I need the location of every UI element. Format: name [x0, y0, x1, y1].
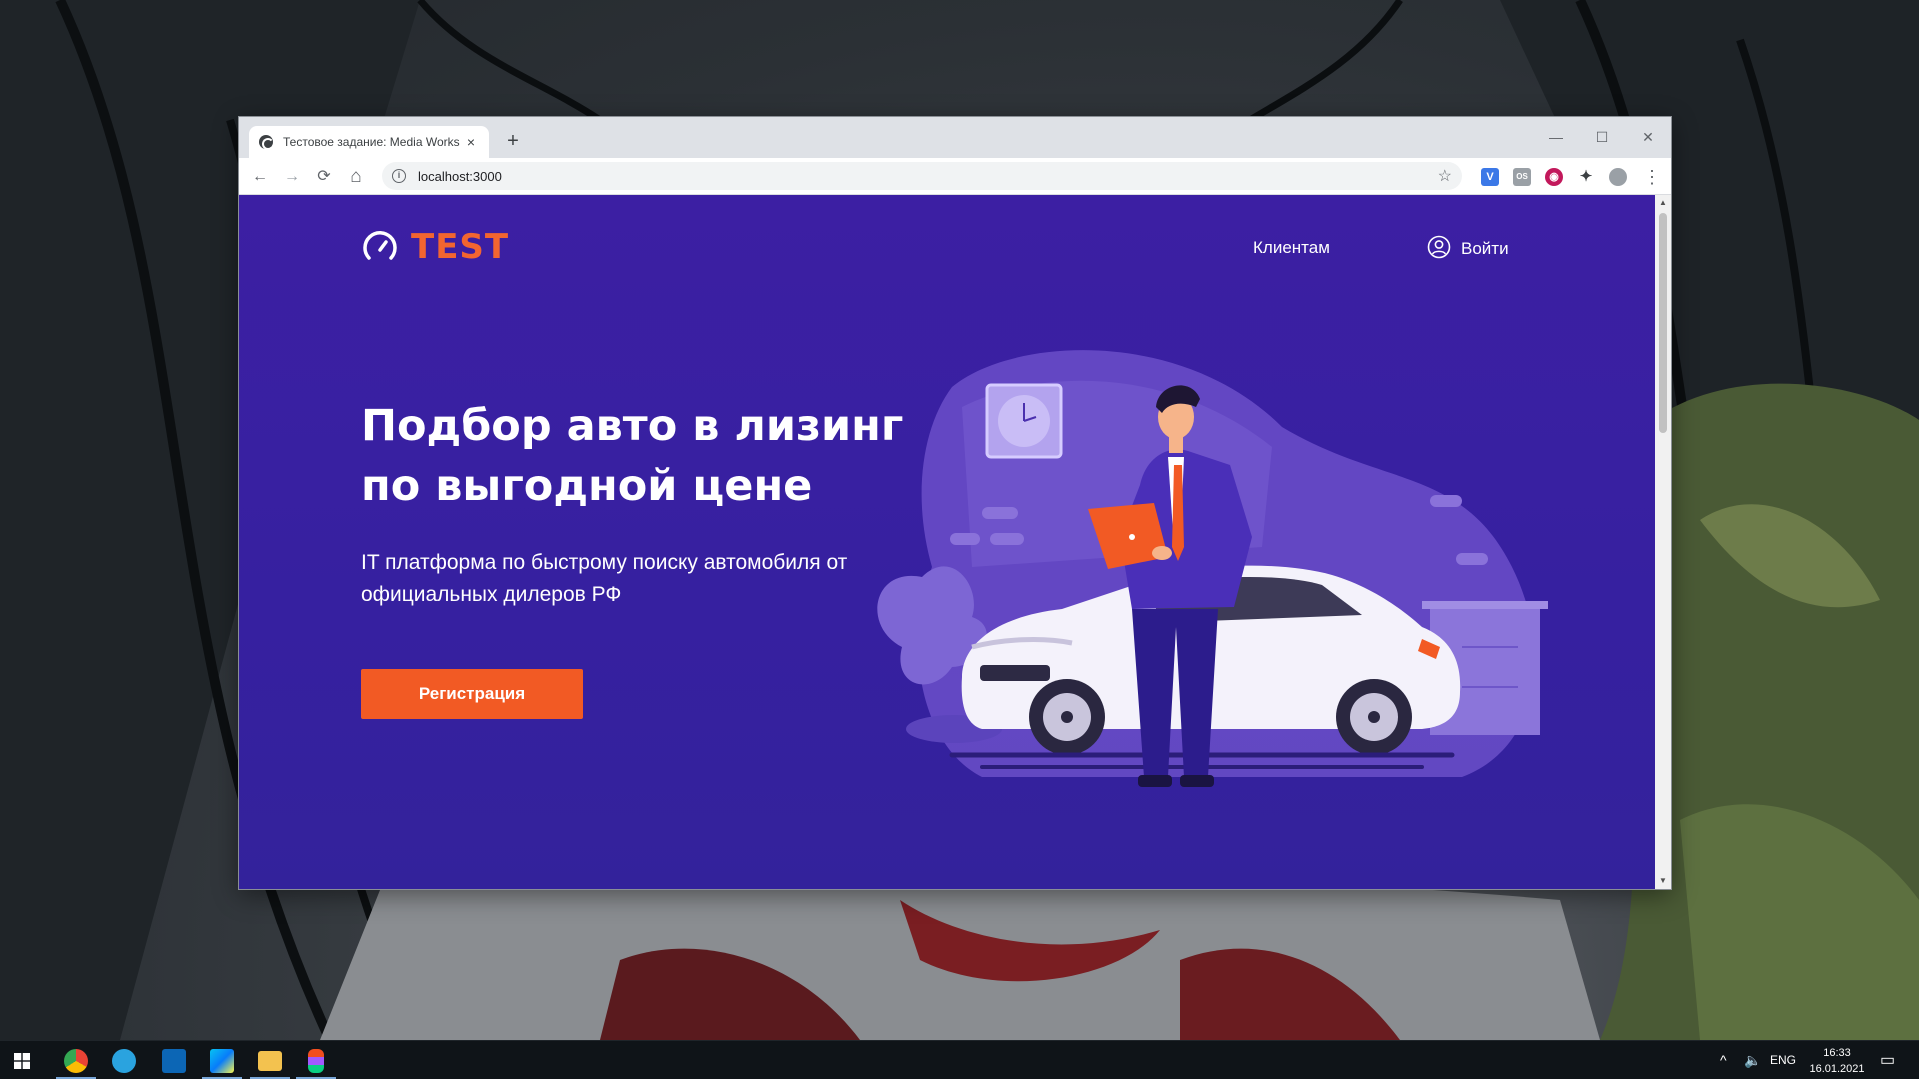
clock-date: 16.01.2021: [1809, 1063, 1865, 1075]
browser-menu-icon[interactable]: ⋮: [1639, 164, 1665, 190]
file-explorer-taskbar-icon[interactable]: [258, 1051, 282, 1071]
home-button[interactable]: ⌂: [343, 164, 369, 190]
scroll-down-arrow-icon[interactable]: ▼: [1655, 873, 1671, 889]
telegram-taskbar-icon[interactable]: [112, 1049, 136, 1073]
browser-window: Тестовое задание: Media Works × + — ☐ ✕ …: [239, 117, 1671, 889]
scroll-up-arrow-icon[interactable]: ▲: [1655, 195, 1671, 211]
tab-title: Тестовое задание: Media Works: [283, 135, 460, 149]
page-scrollbar[interactable]: ▲ ▼: [1655, 195, 1671, 889]
new-tab-button[interactable]: +: [501, 130, 525, 154]
chrome-taskbar-icon[interactable]: [64, 1049, 88, 1073]
nav-clients-link[interactable]: Клиентам: [1253, 238, 1330, 258]
windows-start-icon[interactable]: [14, 1053, 30, 1069]
browser-toolbar: ← → ⟳ ⌂ i localhost:3000 ☆ V OS ◉ ✦ ⋮: [239, 158, 1671, 195]
forward-button[interactable]: →: [279, 164, 305, 190]
tab-strip: Тестовое задание: Media Works × + — ☐ ✕: [239, 117, 1671, 158]
url-text[interactable]: localhost:3000: [418, 169, 1438, 184]
close-window-button[interactable]: ✕: [1625, 123, 1671, 151]
trello-taskbar-icon[interactable]: [162, 1049, 186, 1073]
tray-chevron-up-icon[interactable]: ^: [1720, 1041, 1727, 1079]
scroll-thumb[interactable]: [1659, 213, 1667, 433]
page-viewport: TEST Клиентам Войти Подбор авто в лизинг…: [239, 195, 1671, 889]
hero-title-line-1: Подбор авто в лизинг: [361, 401, 904, 451]
clock-time: 16:33: [1823, 1047, 1851, 1059]
hero-title-line-2: по выгодной цене: [361, 461, 813, 511]
site-logo[interactable]: TEST: [361, 227, 509, 267]
figma-taskbar-icon[interactable]: [308, 1049, 324, 1073]
hero-illustration: [877, 350, 1548, 787]
extension-circle-icon[interactable]: ◉: [1545, 168, 1563, 186]
back-button[interactable]: ←: [247, 164, 273, 190]
reload-button[interactable]: ⟳: [311, 164, 337, 190]
hero-subtitle-line-1: IT платформа по быстрому поиску автомоби…: [361, 551, 848, 574]
site-info-icon[interactable]: i: [392, 169, 406, 183]
address-bar[interactable]: i localhost:3000 ☆: [382, 162, 1462, 190]
login-label: Войти: [1461, 238, 1509, 258]
user-icon: [1427, 235, 1451, 259]
speedometer-icon: [363, 231, 397, 260]
extension-os-icon[interactable]: OS: [1513, 168, 1531, 186]
maximize-button[interactable]: ☐: [1579, 123, 1625, 151]
hero-subtitle: IT платформа по быстрому поиску автомоби…: [361, 547, 921, 611]
system-clock[interactable]: 16:33 16.01.2021: [1807, 1045, 1867, 1077]
notifications-icon[interactable]: ▭: [1880, 1041, 1895, 1079]
volume-icon[interactable]: 🔈: [1744, 1041, 1761, 1079]
logo-text: TEST: [411, 227, 510, 267]
hero-title: Подбор авто в лизинг по выгодной цене: [361, 396, 921, 516]
windows-taskbar: ^ 🔈 ENG 16:33 16.01.2021 ▭: [0, 1040, 1919, 1079]
browser-tab[interactable]: Тестовое задание: Media Works ×: [249, 126, 489, 158]
hero-subtitle-line-2: официальных дилеров РФ: [361, 583, 622, 606]
nav-login-link[interactable]: Войти: [1427, 235, 1509, 259]
favicon-icon: [259, 135, 274, 150]
language-indicator[interactable]: ENG: [1770, 1041, 1796, 1079]
extension-v-icon[interactable]: V: [1481, 168, 1499, 186]
register-button[interactable]: Регистрация: [361, 669, 583, 719]
close-tab-icon[interactable]: ×: [463, 134, 479, 150]
profile-avatar-icon[interactable]: [1609, 168, 1627, 186]
bookmark-star-icon[interactable]: ☆: [1438, 166, 1452, 186]
minimize-button[interactable]: —: [1533, 123, 1579, 151]
webstorm-taskbar-icon[interactable]: [210, 1049, 234, 1073]
extensions-puzzle-icon[interactable]: ✦: [1577, 168, 1595, 186]
